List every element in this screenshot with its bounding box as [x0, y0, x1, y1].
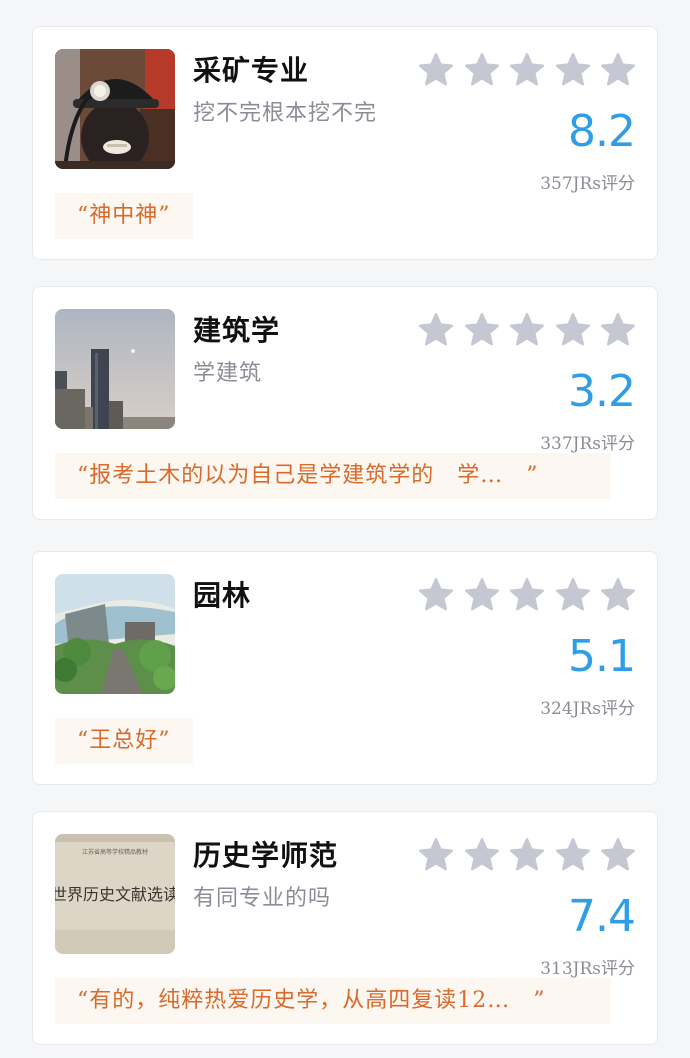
rating-score: 5.1	[568, 631, 636, 682]
star-icon[interactable]	[554, 51, 592, 89]
star-icon[interactable]	[508, 51, 546, 89]
history-book-cover: 江苏省高等学校精品教材 世界历史文献选读	[55, 834, 175, 954]
major-title: 历史学师范	[193, 839, 339, 872]
major-subtitle: 挖不完根本挖不完	[193, 101, 378, 126]
book-series-text: 江苏省高等学校精品教材	[82, 848, 148, 856]
star-icon[interactable]	[417, 576, 455, 614]
rating-count: 357JRs评分	[540, 174, 635, 194]
star-icon[interactable]	[554, 311, 592, 349]
top-comment[interactable]: “有的，纯粹热爱历史学，从高四复读12… ”	[55, 978, 611, 1024]
rating-card[interactable]: 建筑学 学建筑 3.2 337JRs评分 “报考土木的以为自己是学建筑学的 学……	[32, 286, 658, 520]
major-title: 建筑学	[193, 314, 281, 347]
rating-count: 337JRs评分	[540, 434, 635, 454]
major-subtitle: 有同专业的吗	[193, 886, 332, 911]
star-icon[interactable]	[463, 836, 501, 874]
rating-score: 8.2	[568, 106, 636, 157]
star-icon[interactable]	[417, 51, 455, 89]
landscape-painting	[55, 574, 175, 694]
star-rating[interactable]	[417, 51, 637, 95]
star-icon[interactable]	[508, 836, 546, 874]
star-rating[interactable]	[417, 836, 637, 880]
star-icon[interactable]	[508, 311, 546, 349]
major-subtitle: 学建筑	[193, 361, 263, 386]
rating-count: 313JRs评分	[540, 959, 635, 979]
star-icon[interactable]	[599, 311, 637, 349]
rating-count: 324JRs评分	[540, 699, 635, 719]
star-icon[interactable]	[599, 51, 637, 89]
star-icon[interactable]	[463, 311, 501, 349]
star-icon[interactable]	[599, 836, 637, 874]
star-icon[interactable]	[508, 576, 546, 614]
star-icon[interactable]	[463, 51, 501, 89]
major-title: 园林	[193, 579, 252, 612]
star-rating[interactable]	[417, 311, 637, 355]
coal-miner-photo	[55, 49, 175, 169]
star-icon[interactable]	[554, 576, 592, 614]
top-comment[interactable]: “神中神”	[55, 193, 193, 239]
rating-card[interactable]: 江苏省高等学校精品教材 世界历史文献选读 历史学师范 有同专业的吗 7.4 31…	[32, 811, 658, 1045]
rating-card[interactable]: 采矿专业 挖不完根本挖不完 8.2 357JRs评分 “神中神”	[32, 26, 658, 260]
rating-score: 3.2	[568, 366, 636, 417]
rating-card[interactable]: 园林 5.1 324JRs评分 “王总好”	[32, 551, 658, 785]
city-skyline-photo	[55, 309, 175, 429]
star-icon[interactable]	[417, 836, 455, 874]
top-comment[interactable]: “报考土木的以为自己是学建筑学的 学… ”	[55, 453, 611, 499]
star-icon[interactable]	[463, 576, 501, 614]
star-icon[interactable]	[554, 836, 592, 874]
rating-score: 7.4	[568, 891, 636, 942]
book-title-text: 世界历史文献选读	[55, 885, 175, 904]
star-icon[interactable]	[599, 576, 637, 614]
top-comment[interactable]: “王总好”	[55, 718, 193, 764]
star-icon[interactable]	[417, 311, 455, 349]
star-rating[interactable]	[417, 576, 637, 620]
major-title: 采矿专业	[193, 54, 310, 87]
